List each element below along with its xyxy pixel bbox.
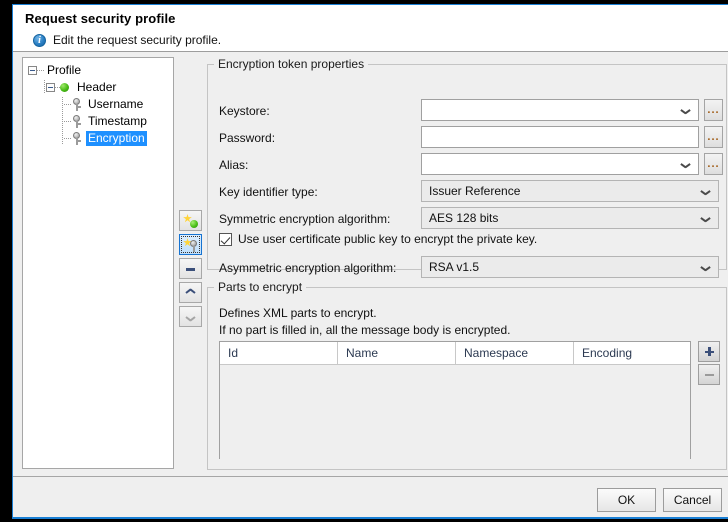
info-icon (33, 34, 46, 47)
expander-collapse-icon[interactable] (28, 66, 37, 75)
window-bottom-accent (12, 517, 728, 519)
ok-button[interactable]: OK (597, 488, 656, 512)
key-identifier-type-label: Key identifier type: (219, 185, 318, 199)
alias-label: Alias: (219, 158, 248, 172)
use-user-certificate-checkbox[interactable] (219, 233, 232, 246)
green-ball-icon (190, 220, 198, 228)
password-field[interactable] (421, 126, 699, 148)
encryption-token-properties-group: Encryption token properties Keystore: ..… (207, 57, 727, 270)
table-column-header-name[interactable]: Name (338, 342, 456, 364)
remove-button[interactable] (179, 258, 202, 279)
tree-line (64, 138, 72, 139)
key-icon (72, 98, 81, 111)
tree-item-username[interactable]: Username (23, 96, 173, 113)
table-body[interactable] (220, 365, 690, 459)
table-column-header-id[interactable]: Id (220, 342, 338, 364)
green-status-dot-icon (60, 83, 69, 92)
parts-description-line-2: If no part is filled in, all the message… (219, 323, 511, 337)
chevron-down-icon (701, 265, 710, 270)
chevron-down-icon (186, 314, 195, 320)
alias-combo[interactable] (421, 153, 699, 175)
tree-item-timestamp[interactable]: Timestamp (23, 113, 173, 130)
symmetric-encryption-algorithm-label: Symmetric encryption algorithm: (219, 212, 390, 226)
alias-browse-button[interactable]: ... (704, 153, 723, 175)
tree-item-label-selected: Encryption (86, 131, 147, 146)
dialog-header: Request security profile Edit the reques… (13, 5, 728, 51)
tree-line (37, 70, 45, 71)
plus-icon (705, 347, 714, 356)
group-legend: Encryption token properties (214, 57, 368, 71)
expander-collapse-icon[interactable] (46, 83, 55, 92)
chevron-down-icon (701, 216, 710, 221)
dialog-window: Request security profile Edit the reques… (12, 4, 728, 519)
chevron-down-icon (681, 162, 690, 167)
asymmetric-encryption-algorithm-label: Asymmetric encryption algorithm: (219, 261, 396, 275)
dialog-footer: OK Cancel (13, 477, 728, 519)
use-user-certificate-checkbox-row[interactable]: Use user certificate public key to encry… (219, 232, 537, 246)
tree-item-label: Username (86, 97, 145, 112)
table-header-row: Id Name Namespace Encoding (220, 342, 690, 365)
cancel-button[interactable]: Cancel (663, 488, 722, 512)
use-user-certificate-label: Use user certificate public key to encry… (238, 232, 537, 246)
ellipsis-icon: ... (705, 135, 722, 139)
keystore-browse-button[interactable]: ... (704, 99, 723, 121)
settings-pane: Encryption token properties Keystore: ..… (206, 52, 728, 476)
table-column-header-encoding[interactable]: Encoding (574, 342, 690, 364)
ellipsis-icon: ... (705, 108, 722, 112)
tree-item-encryption[interactable]: Encryption (23, 130, 173, 147)
header-subtitle: Edit the request security profile. (53, 33, 221, 47)
header-subtitle-row: Edit the request security profile. (33, 33, 221, 47)
minus-icon (705, 374, 714, 377)
asymmetric-encryption-algorithm-combo[interactable]: RSA v1.5 (421, 256, 719, 278)
add-part-button[interactable] (698, 341, 720, 362)
tree-line (64, 104, 72, 105)
chevron-down-icon (701, 189, 710, 194)
add-profile-button[interactable] (179, 210, 202, 231)
password-label: Password: (219, 131, 275, 145)
tree-item-header[interactable]: Header (23, 79, 173, 96)
tree-item-label: Profile (45, 63, 83, 78)
chevron-up-icon (186, 290, 195, 296)
dialog-content: Profile Header Username Timestamp (13, 52, 728, 476)
page-title: Request security profile (25, 11, 176, 26)
profile-tree-panel[interactable]: Profile Header Username Timestamp (22, 57, 174, 469)
password-browse-button[interactable]: ... (704, 126, 723, 148)
move-up-button[interactable] (179, 282, 202, 303)
tree-item-label: Timestamp (86, 114, 149, 129)
symmetric-encryption-algorithm-combo[interactable]: AES 128 bits (421, 207, 719, 229)
chevron-down-icon (681, 108, 690, 113)
parts-to-encrypt-group: Parts to encrypt Defines XML parts to en… (207, 280, 727, 470)
table-column-header-namespace[interactable]: Namespace (456, 342, 574, 364)
keystore-combo[interactable] (421, 99, 699, 121)
tree-line (64, 121, 72, 122)
move-down-button[interactable] (179, 306, 202, 327)
tree-item-label: Header (75, 80, 118, 95)
key-identifier-type-combo[interactable]: Issuer Reference (421, 180, 719, 202)
tree-toolbar (179, 210, 203, 330)
key-identifier-type-value: Issuer Reference (429, 184, 520, 198)
key-icon (72, 115, 81, 128)
asymmetric-encryption-algorithm-value: RSA v1.5 (429, 260, 479, 274)
key-icon (72, 132, 81, 145)
minus-icon (186, 268, 195, 271)
remove-part-button[interactable] (698, 364, 720, 385)
ellipsis-icon: ... (705, 162, 722, 166)
group-legend: Parts to encrypt (214, 280, 306, 294)
key-icon (190, 240, 198, 252)
add-token-button[interactable] (179, 234, 202, 255)
parts-table[interactable]: Id Name Namespace Encoding (219, 341, 691, 459)
tree-item-profile[interactable]: Profile (23, 62, 173, 79)
keystore-label: Keystore: (219, 104, 270, 118)
symmetric-encryption-algorithm-value: AES 128 bits (429, 211, 498, 225)
parts-description-line-1: Defines XML parts to encrypt. (219, 306, 377, 320)
